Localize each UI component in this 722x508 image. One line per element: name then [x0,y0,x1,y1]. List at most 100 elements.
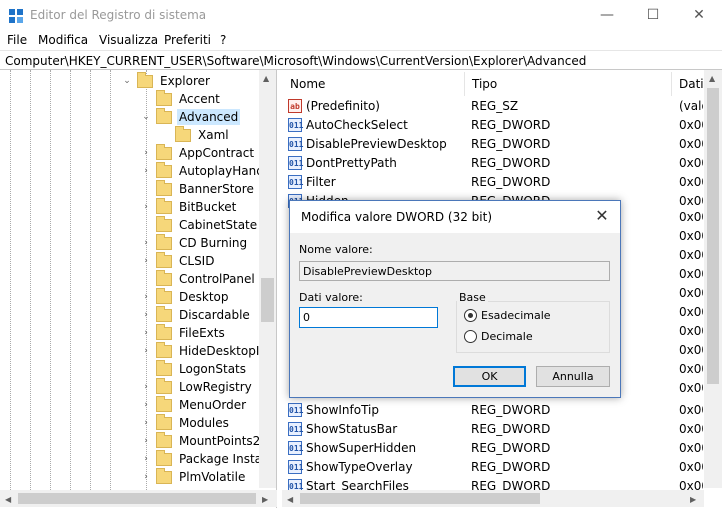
chevron-right-icon[interactable]: › [140,399,152,411]
column-header-name[interactable]: Nome [284,73,464,95]
value-type: REG_DWORD [471,117,551,132]
address-bar[interactable]: Computer\HKEY_CURRENT_USER\Software\Micr… [0,50,722,70]
chevron-right-icon[interactable]: › [140,165,152,177]
tree-item[interactable]: › PlmVolatile [140,467,247,486]
tree-item[interactable]: CabinetState [140,215,259,234]
tree-item[interactable]: BannerStore [140,179,256,198]
radio-unselected-icon[interactable] [464,330,477,343]
menu-file[interactable]: File [7,33,27,47]
list-row[interactable]: 011DisablePreviewDesktop REG_DWORD 0x000 [288,134,703,153]
tree-item[interactable]: › Desktop [140,287,231,306]
folder-icon [156,251,172,268]
tree-item[interactable]: › AppContract [140,143,256,162]
tree-item[interactable]: › FileExts [140,323,227,342]
tree-item[interactable]: › Package Installa [140,449,278,468]
menu-visualizza[interactable]: Visualizza [99,33,158,47]
value-name: (Predefinito) [306,98,380,113]
tree-item[interactable]: Xaml [159,125,231,144]
list-scroll-thumb[interactable] [707,88,719,384]
tree-item[interactable]: Accent [140,89,222,108]
chevron-right-icon[interactable]: › [140,291,152,303]
chevron-right-icon[interactable]: › [140,381,152,393]
list-scroll-right-icon[interactable]: ▶ [690,495,696,504]
tree-item[interactable]: ControlPanel [140,269,257,288]
address-path[interactable]: Computer\HKEY_CURRENT_USER\Software\Micr… [5,54,586,68]
tree-item-label: Xaml [198,128,229,142]
chevron-right-icon[interactable]: › [140,417,152,429]
cancel-button[interactable]: Annulla [536,366,610,387]
tree-guide-line [90,70,91,490]
tree-item[interactable]: › Discardable [140,305,252,324]
chevron-right-icon[interactable]: › [140,435,152,447]
radio-selected-icon[interactable] [464,309,477,322]
close-window-button[interactable]: ✕ [676,0,722,30]
tree-scroll-left-icon[interactable]: ◀ [5,495,11,504]
minimize-button[interactable]: — [584,0,630,30]
tree-scroll-up-icon[interactable]: ▲ [263,74,269,83]
tree-item[interactable]: ⌄ Advanced [140,107,241,126]
chevron-right-icon[interactable]: › [140,201,152,213]
list-row[interactable]: ab (Predefinito) REG_SZ (valo [288,96,703,115]
value-data: 0x000 [679,362,703,376]
chevron-right-icon[interactable]: › [140,453,152,465]
chevron-right-icon[interactable]: › [140,237,152,249]
tree-scroll-thumb[interactable] [261,278,274,322]
chevron-right-icon[interactable]: › [140,255,152,267]
list-row[interactable]: 011ShowSuperHidden REG_DWORD 0x000 [288,438,703,457]
list-scroll-up-icon[interactable]: ▲ [709,74,715,83]
radio-hexadecimal[interactable]: Esadecimale [464,309,551,322]
menu-help[interactable]: ? [220,33,226,47]
tree-guide-line [10,70,11,490]
list-row[interactable]: 011ShowStatusBar REG_DWORD 0x000 [288,419,703,438]
value-name: ShowTypeOverlay [306,459,413,474]
chevron-down-icon[interactable]: ⌄ [140,111,152,123]
chevron-down-icon[interactable]: ⌄ [121,75,133,87]
registry-editor-icon [9,9,23,23]
column-separator[interactable] [671,72,672,96]
tree-item[interactable]: › MenuOrder [140,395,248,414]
chevron-right-icon[interactable]: › [140,309,152,321]
value-name: DontPrettyPath [306,155,397,170]
list-row[interactable]: 011ShowTypeOverlay REG_DWORD 0x000 [288,457,703,476]
column-header-type[interactable]: Tipo [466,73,671,95]
tree-hscroll-thumb[interactable] [18,493,256,504]
tree-item[interactable]: ⌄ Explorer [121,71,212,90]
tree-item[interactable]: › LowRegistry [140,377,254,396]
value-type: REG_DWORD [471,174,551,189]
list-row[interactable]: 011Filter REG_DWORD 0x000 [288,172,703,191]
list-row[interactable]: 011ShowInfoTip REG_DWORD 0x000 [288,400,703,419]
list-row[interactable]: 011AutoCheckSelect REG_DWORD 0x000 [288,115,703,134]
list-row[interactable]: 011DontPrettyPath REG_DWORD 0x000 [288,153,703,172]
base-label: Base [457,291,488,304]
radio-decimal[interactable]: Decimale [464,330,533,343]
tree-scroll-right-icon[interactable]: ▶ [262,495,268,504]
dialog-close-button[interactable]: ✕ [590,205,614,227]
menu-preferiti[interactable]: Preferiti [164,33,211,47]
edit-dword-dialog: Modifica valore DWORD (32 bit) ✕ Nome va… [289,200,621,398]
tree-item[interactable]: › MountPoints2 [140,431,262,450]
tree-item[interactable]: › Modules [140,413,231,432]
menu-modifica[interactable]: Modifica [38,33,88,47]
chevron-right-icon[interactable]: › [140,471,152,483]
value-data-input[interactable] [299,307,438,328]
maximize-button[interactable]: ☐ [630,0,676,30]
list-hscroll-thumb[interactable] [300,493,540,504]
chevron-right-icon[interactable]: › [140,327,152,339]
string-value-icon: ab [288,98,302,113]
column-separator[interactable] [464,72,465,96]
tree-item[interactable]: › CLSID [140,251,216,270]
folder-icon [156,341,172,358]
ok-button[interactable]: OK [453,366,526,387]
tree-item[interactable]: › CD Burning [140,233,249,252]
tree-item[interactable]: › HideDesktopIco [140,341,275,360]
chevron-right-icon[interactable]: › [140,147,152,159]
value-type: REG_DWORD [471,440,551,455]
folder-icon [156,305,172,322]
tree-item[interactable]: › AutoplayHandl [140,161,269,180]
tree-item[interactable]: › BitBucket [140,197,238,216]
tree-item[interactable]: LogonStats [140,359,248,378]
chevron-right-icon[interactable]: › [140,345,152,357]
list-scroll-left-icon[interactable]: ◀ [287,495,293,504]
column-header-data[interactable]: Dati [673,73,704,95]
